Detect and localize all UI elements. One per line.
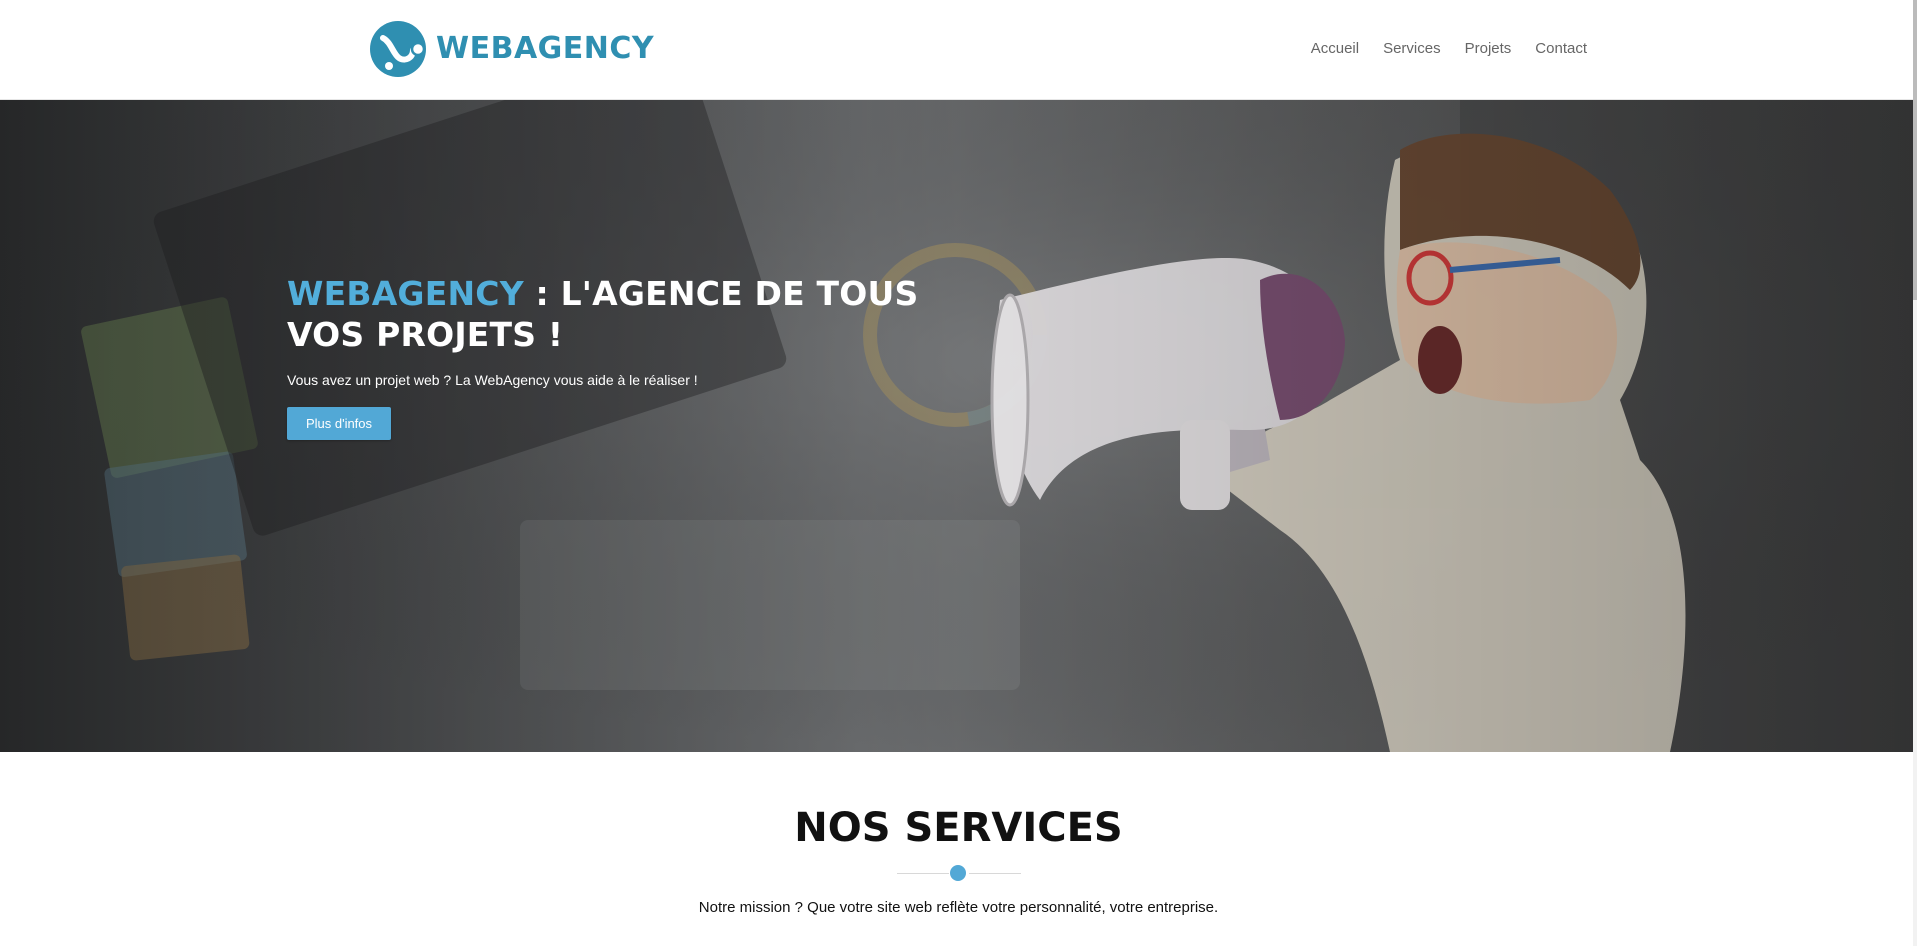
hero-title: WEBAGENCY : L'AGENCE DE TOUS VOS PROJETS… bbox=[287, 273, 927, 355]
divider-dot-icon bbox=[950, 865, 966, 881]
logo-icon bbox=[370, 21, 426, 77]
page-scrollbar[interactable] bbox=[1913, 0, 1917, 946]
hero-banner: WEBAGENCY : L'AGENCE DE TOUS VOS PROJETS… bbox=[0, 100, 1913, 752]
more-info-button[interactable]: Plus d'infos bbox=[287, 407, 391, 440]
site-header: WEBAGENCY Accueil Services Projets Conta… bbox=[0, 0, 1917, 100]
nav-item-projets[interactable]: Projets bbox=[1465, 40, 1512, 57]
scrollbar-thumb[interactable] bbox=[1913, 0, 1917, 300]
nav-item-services[interactable]: Services bbox=[1383, 40, 1441, 57]
hero-subtitle: Vous avez un projet web ? La WebAgency v… bbox=[287, 372, 698, 388]
nav-item-contact[interactable]: Contact bbox=[1535, 40, 1587, 57]
services-subtitle: Notre mission ? Que votre site web reflè… bbox=[698, 899, 1219, 916]
logo-text: WEBAGENCY bbox=[436, 31, 655, 66]
divider-line-right bbox=[969, 873, 1021, 874]
hero-title-accent: WEBAGENCY bbox=[287, 274, 524, 313]
section-divider bbox=[897, 864, 1021, 882]
nav-item-accueil[interactable]: Accueil bbox=[1311, 40, 1359, 57]
services-title: NOS SERVICES bbox=[794, 805, 1123, 851]
logo[interactable]: WEBAGENCY bbox=[369, 19, 654, 79]
divider-line-left bbox=[897, 873, 949, 874]
main-nav: Accueil Services Projets Contact bbox=[1311, 40, 1587, 57]
